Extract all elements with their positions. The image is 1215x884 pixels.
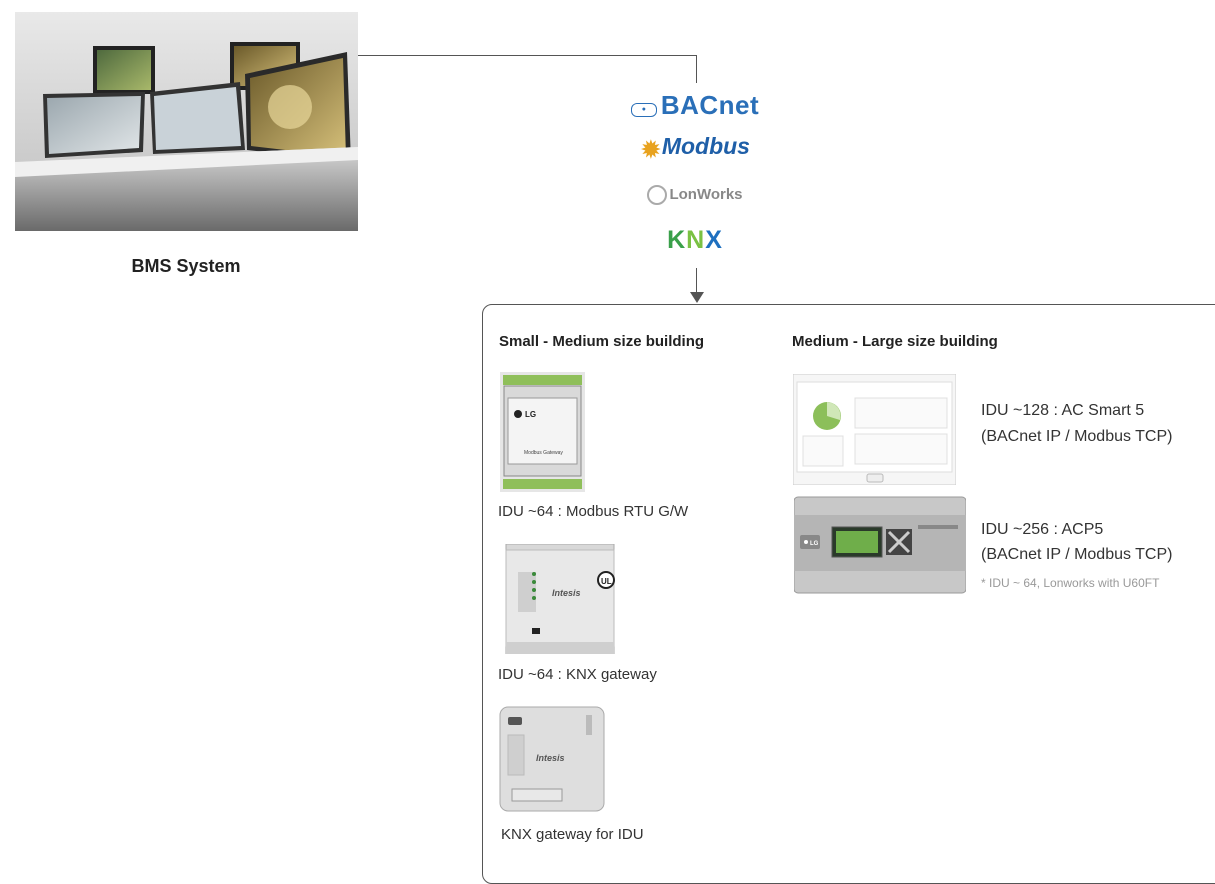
medium-large-heading: Medium - Large size building [792, 333, 998, 350]
knx-gateway-idu-device: Intesis [498, 705, 608, 813]
modbus-gateway-caption: IDU ~64 : Modbus RTU G/W [498, 503, 689, 520]
modbus-label: Modbus [661, 133, 750, 159]
knx-gateway-idu-caption: KNX gateway for IDU [501, 826, 644, 843]
modbus-logo: ✹Modbus [610, 133, 780, 165]
bms-system-label: BMS System [131, 256, 241, 276]
ac-smart-5-caption-line2: (BACnet IP / Modbus TCP) [981, 428, 1173, 445]
connector-horizontal [358, 55, 697, 56]
ac-smart-5-caption-line1: IDU ~128 : AC Smart 5 [981, 402, 1145, 419]
modbus-gateway-device: LG Modbus Gateway [500, 372, 585, 492]
svg-text:LG: LG [525, 410, 536, 419]
svg-text:LG: LG [810, 541, 819, 547]
acp5-caption-line2: (BACnet IP / Modbus TCP) [981, 546, 1173, 563]
control-room-illustration [15, 12, 358, 231]
svg-text:Intesis: Intesis [536, 753, 565, 763]
connector-down-to-box [696, 268, 697, 294]
bacnet-label: BACnet [660, 90, 760, 120]
svg-text:Modbus Gateway: Modbus Gateway [524, 450, 563, 456]
arrow-down-icon [690, 292, 704, 303]
ac-smart-5-device [792, 373, 957, 486]
knx-logo: KNX [610, 226, 780, 255]
lonworks-logo: LonWorks [610, 185, 780, 205]
knx-gateway-caption: IDU ~64 : KNX gateway [498, 666, 657, 683]
acp5-footnote: * IDU ~ 64, Lonworks with U60FT [981, 576, 1160, 590]
svg-text:Intesis: Intesis [552, 588, 581, 598]
bacnet-icon: ● [630, 102, 657, 117]
knx-letter-x: X [705, 226, 723, 254]
connector-down-to-logos [696, 55, 697, 83]
lonworks-label: LonWorks [669, 186, 743, 204]
svg-text:UL: UL [601, 577, 612, 586]
acp5-device: LG [793, 495, 967, 595]
knx-gateway-device: Intesis UL [500, 543, 620, 655]
lonworks-icon [647, 185, 668, 205]
acp5-caption-line1: IDU ~256 : ACP5 [981, 521, 1104, 538]
bacnet-logo: ● BACnet [610, 90, 780, 121]
small-medium-heading: Small - Medium size building [499, 333, 705, 350]
knx-letter-k: K [667, 226, 687, 254]
knx-letter-n: N [686, 226, 706, 254]
modbus-gear-icon: ✹ [640, 134, 662, 165]
bms-system-photo [15, 12, 358, 231]
